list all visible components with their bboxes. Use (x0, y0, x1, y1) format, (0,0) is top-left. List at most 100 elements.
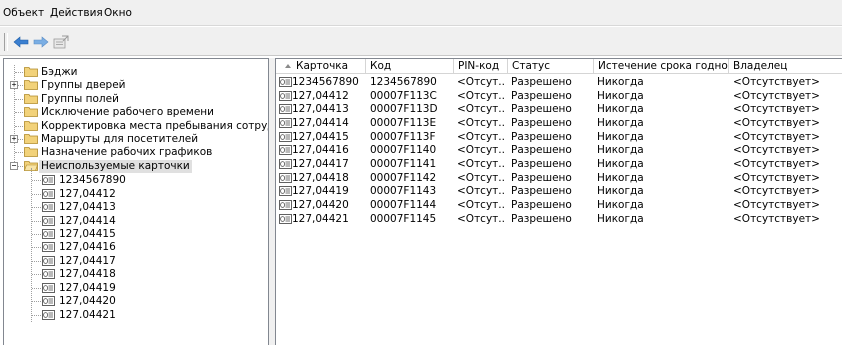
column-header[interactable]: Статус (508, 59, 594, 74)
table-cell: 00007F113D (370, 103, 438, 116)
table-cell: <Отсут... (457, 185, 505, 198)
table-row[interactable]: 127,04416 00007F1140 <Отсут... Разрешено Ник… (276, 144, 842, 156)
table-cell: <Отсут... (457, 76, 505, 88)
table-row[interactable]: 127,04415 00007F113F <Отсут... Разрешено Ник… (276, 131, 842, 143)
table-cell: 127,04416 (292, 144, 349, 157)
menu-window[interactable]: Окно (104, 7, 132, 19)
toolbar (0, 27, 842, 56)
column-header[interactable]: Истечение срока годности (594, 59, 729, 74)
card-icon (279, 213, 292, 224)
card-icon (279, 77, 292, 87)
table-cell: Никогда (597, 157, 644, 170)
column-header[interactable]: PIN-код (454, 59, 508, 74)
table-cell: 127,04418 (292, 171, 349, 184)
column-header[interactable]: Владелец (729, 59, 842, 74)
tree-item[interactable]: 127,04415 (4, 228, 268, 241)
table-cell: 127,04419 (292, 185, 349, 198)
column-header-label: Статус (512, 60, 550, 72)
tree-guide-line (32, 220, 41, 222)
collapse-toggle[interactable]: − (10, 161, 18, 170)
table-cell: Разрешено (511, 185, 572, 198)
export-list-button[interactable] (52, 33, 70, 51)
expand-toggle[interactable]: + (10, 135, 18, 143)
tree-item[interactable]: 127,04416 (4, 241, 268, 254)
table-cell: Никогда (597, 198, 644, 211)
table-row[interactable]: 1234567890 1234567890 <Отсут... Разрешено Ни… (276, 76, 842, 88)
tree-item[interactable]: Корректировка места пребывания сотрудник… (4, 120, 268, 133)
table-cell: Никогда (597, 76, 644, 88)
table-cell: <Отсут... (457, 130, 505, 143)
tree-item[interactable]: + Маршруты для посетителей (4, 133, 268, 146)
table-row[interactable]: 127,04414 00007F113E <Отсут... Разрешено Ник… (276, 117, 842, 129)
table-cell: <Отсутствует> (733, 144, 820, 157)
table-row[interactable]: 127,04412 00007F113C <Отсут... Разрешено Ник… (276, 90, 842, 102)
table-cell: 127,04415 (292, 130, 349, 143)
table-row[interactable]: 127,04419 00007F1143 <Отсут... Разрешено Ник… (276, 185, 842, 197)
tree-item[interactable]: 127,04414 (4, 215, 268, 228)
column-header[interactable]: Код (366, 59, 454, 74)
table-row[interactable]: 127,04420 00007F1144 <Отсут... Разрешено Ник… (276, 199, 842, 211)
table-cell: 1234567890 (292, 76, 359, 88)
tree-guide-line (32, 260, 41, 262)
tree-item[interactable]: Исключение рабочего времени (4, 106, 268, 119)
table-cell: 00007F1140 (370, 144, 437, 157)
tree-item[interactable]: 127.04421 (4, 309, 268, 322)
tree-pane: Бэджи + Группы дверей Группы полей Исключени… (3, 58, 269, 345)
back-button[interactable] (12, 33, 30, 51)
tree-item[interactable]: 127,04418 (4, 268, 268, 281)
table-cell: 127,04413 (292, 103, 349, 116)
tree-item[interactable]: Группы полей (4, 93, 268, 106)
tree-item-label: 127,04419 (59, 281, 116, 294)
table-row[interactable]: 127,04421 00007F1145 <Отсут... Разрешено Ник… (276, 213, 842, 225)
tree-item[interactable]: 127,04419 (4, 282, 268, 295)
card-icon (279, 131, 292, 142)
table-cell: 00007F113C (370, 89, 437, 102)
menu-object[interactable]: Объект (3, 7, 44, 19)
tree-item[interactable]: Назначение рабочих графиков (4, 146, 268, 159)
table-cell: 127,04414 (292, 116, 349, 129)
tree-item[interactable]: 1234567890 (4, 174, 268, 187)
table-cell: <Отсут... (457, 144, 505, 157)
table-cell: 00007F113E (370, 116, 437, 129)
tree-guide-line (32, 287, 41, 289)
column-header[interactable]: Карточка (276, 59, 366, 74)
table-cell: Разрешено (511, 116, 572, 129)
table-cell: <Отсут... (457, 89, 505, 102)
sort-ascending-icon (285, 64, 291, 68)
expand-toggle[interactable]: + (10, 81, 18, 90)
card-icon (42, 215, 55, 226)
tree-item[interactable]: 127,04413 (4, 201, 268, 214)
tree-guide-line (32, 247, 41, 249)
forward-button[interactable] (32, 33, 50, 51)
menu-bar: Объект Действия Окно (0, 0, 842, 26)
tree-item[interactable]: 127,04417 (4, 255, 268, 268)
table-cell: 127,04420 (292, 198, 349, 211)
tree-guide-line (32, 207, 41, 209)
tree-item[interactable]: Бэджи (4, 66, 268, 79)
tree-item[interactable]: 127,04420 (4, 295, 268, 308)
table-row[interactable]: 127,04417 00007F1141 <Отсут... Разрешено Ник… (276, 158, 842, 170)
card-icon (279, 145, 292, 156)
table-cell: 00007F1143 (370, 185, 437, 198)
table-cell: Никогда (597, 130, 644, 143)
tree-item[interactable]: + Группы дверей (4, 79, 268, 92)
table-cell: <Отсутствует> (733, 130, 820, 143)
table-cell: Разрешено (511, 130, 572, 143)
table-cell: <Отсут... (457, 198, 505, 211)
menu-actions[interactable]: Действия (50, 7, 103, 19)
tree-item-label: 127,04418 (59, 268, 116, 281)
table-cell: 1234567890 (370, 76, 437, 88)
table-cell: 00007F1144 (370, 198, 437, 211)
card-icon (279, 199, 292, 210)
table-row[interactable]: 127,04418 00007F1142 <Отсут... Разрешено Ник… (276, 172, 842, 184)
tree-item-label: Группы полей (41, 92, 119, 105)
table-cell: 00007F113F (370, 130, 436, 143)
tree-item-label: 127,04417 (59, 254, 116, 267)
tree-item[interactable]: − Неиспользуемые карточки (4, 159, 268, 173)
tree-item-label: 127,04415 (59, 228, 116, 240)
table-cell: <Отсутствует> (733, 171, 820, 184)
table-row[interactable]: 127,04413 00007F113D <Отсут... Разрешено Ник… (276, 103, 842, 115)
table-cell: <Отсут... (457, 116, 505, 129)
tree-item[interactable]: 127,04412 (4, 188, 268, 201)
card-icon (42, 309, 55, 320)
